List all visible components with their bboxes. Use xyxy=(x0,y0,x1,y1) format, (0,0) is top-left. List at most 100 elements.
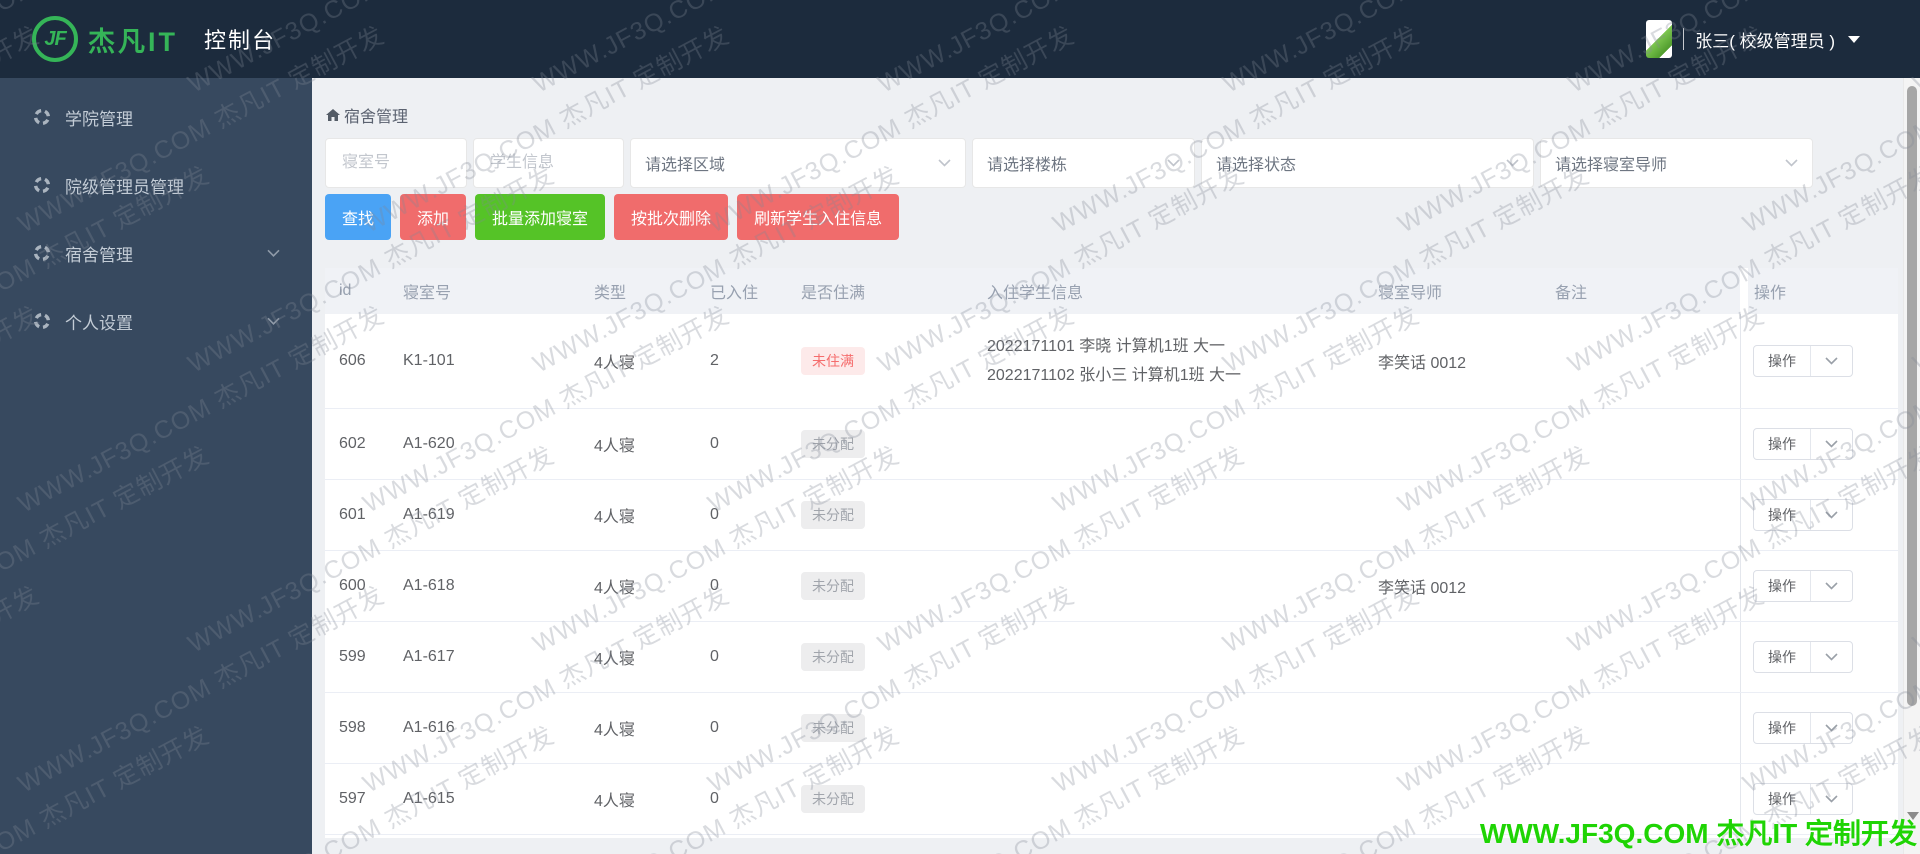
row-action-label: 操作 xyxy=(1768,720,1796,736)
app-title: 控制台 xyxy=(204,28,277,53)
scrollbar-down-arrow[interactable] xyxy=(1907,812,1919,820)
cell-status: 未分配 xyxy=(787,714,973,742)
cell-students: 2022171101 李晓 计算机1班 大一 2022171102 张小三 计算机… xyxy=(973,332,1364,390)
cell-room: A1-616 xyxy=(403,719,455,736)
menu-circle-icon xyxy=(33,176,51,194)
divider xyxy=(1683,28,1685,50)
cell-id: 599 xyxy=(339,648,366,665)
row-action-button[interactable]: 操作 xyxy=(1753,570,1853,602)
area-select[interactable]: 请选择区域 xyxy=(630,138,966,188)
batch-add-room-button[interactable]: 批量添加寝室 xyxy=(475,194,606,240)
sidebar: 学院管理 院级管理员管理宿舍管理个人设置 xyxy=(0,78,312,854)
cell-type: 4人寝 xyxy=(594,355,635,372)
status-badge: 未分配 xyxy=(801,572,865,600)
cell-op: 操作 xyxy=(1740,764,1898,834)
cell-room: A1-619 xyxy=(403,506,455,523)
row-action-label: 操作 xyxy=(1768,578,1796,594)
cell-op: 操作 xyxy=(1740,314,1898,408)
cell-id: 600 xyxy=(339,577,366,594)
table-header-row: id 寝室号 类型 已入住 是否住满 入住学生信息 寝室导师 备注 操作 xyxy=(325,268,1898,314)
user-name: 张三( 校级管理员 ) xyxy=(1695,31,1835,51)
batch-delete-button[interactable]: 按批次删除 xyxy=(614,194,729,240)
cell-room: A1-617 xyxy=(403,648,455,665)
chevron-down-icon[interactable] xyxy=(1811,511,1852,519)
table-row: 600 A1-618 4人寝 0 未分配 李笑话 0012 操作 xyxy=(325,551,1898,622)
cell-mentor: 李笑话 0012 xyxy=(1378,355,1467,372)
sidebar-item-3[interactable]: 宿舍管理 xyxy=(0,219,312,287)
mentor-select[interactable]: 请选择寝室导师 xyxy=(1540,138,1813,188)
filter-row: 请选择区域 请选择楼栋 请选择状态 请选择寝室导师 xyxy=(325,138,1898,188)
cell-status: 未住满 xyxy=(787,347,973,375)
chevron-down-icon[interactable] xyxy=(1811,724,1852,732)
chevron-down-icon[interactable] xyxy=(1811,357,1852,365)
menu-circle-icon xyxy=(33,312,51,330)
cell-room: A1-618 xyxy=(403,577,455,594)
row-action-button[interactable]: 操作 xyxy=(1753,499,1853,531)
col-header-room: 寝室号 xyxy=(403,285,452,302)
cell-room: A1-620 xyxy=(403,435,455,452)
cell-occupied: 0 xyxy=(710,577,719,594)
chevron-down-icon[interactable] xyxy=(1811,653,1852,661)
action-row: 查找 添加 批量添加寝室 按批次删除 刷新学生入住信息 xyxy=(325,194,1898,240)
sidebar-item-1[interactable]: 学院管理 xyxy=(0,83,312,151)
area-select-value: 请选择区域 xyxy=(645,157,726,174)
sidebar-item-label: 个人设置 xyxy=(65,313,133,333)
row-action-button[interactable]: 操作 xyxy=(1753,428,1853,460)
refresh-checkin-button[interactable]: 刷新学生入住信息 xyxy=(737,194,900,240)
chevron-down-icon xyxy=(938,154,951,172)
cell-type: 4人寝 xyxy=(594,580,635,597)
sidebar-item-4[interactable]: 个人设置 xyxy=(0,287,312,355)
chevron-down-icon xyxy=(1506,154,1519,172)
table-row: 602 A1-620 4人寝 0 未分配 操作 xyxy=(325,409,1898,480)
chevron-down-icon xyxy=(1167,154,1180,172)
main-content: 宿舍管理 请选择区域 请选择楼栋 请选择状态 请选择寝室导师 查找添加批量添加寝室按批… xyxy=(312,78,1920,854)
row-action-label: 操作 xyxy=(1768,353,1796,369)
col-header-remark: 备注 xyxy=(1555,285,1588,302)
user-menu[interactable]: 张三( 校级管理员 ) xyxy=(1646,0,1860,78)
add-button[interactable]: 添加 xyxy=(400,194,467,240)
status-badge: 未住满 xyxy=(801,347,865,375)
col-header-status: 是否住满 xyxy=(801,285,866,302)
status-badge: 未分配 xyxy=(801,501,865,529)
row-action-label: 操作 xyxy=(1768,791,1796,807)
room-no-input[interactable] xyxy=(340,153,452,173)
cell-type: 4人寝 xyxy=(594,509,635,526)
student-info-input[interactable] xyxy=(488,153,609,173)
search-button[interactable]: 查找 xyxy=(325,194,392,240)
row-action-button[interactable]: 操作 xyxy=(1753,712,1853,744)
chevron-down-icon xyxy=(267,317,280,325)
cell-status: 未分配 xyxy=(787,785,973,813)
brand-logo-icon: JF xyxy=(32,16,78,62)
cell-op: 操作 xyxy=(1740,622,1898,692)
home-icon xyxy=(325,107,341,123)
cell-occupied: 0 xyxy=(710,648,719,665)
chevron-down-icon xyxy=(1785,154,1798,172)
vertical-scrollbar[interactable] xyxy=(1903,78,1920,854)
col-header-mentor: 寝室导师 xyxy=(1378,285,1443,302)
cell-occupied: 0 xyxy=(710,790,719,807)
cell-id: 602 xyxy=(339,435,366,452)
status-select[interactable]: 请选择状态 xyxy=(1201,138,1534,188)
cell-op: 操作 xyxy=(1740,551,1898,621)
user-avatar[interactable] xyxy=(1646,20,1673,58)
sidebar-item-label: 宿舍管理 xyxy=(65,245,133,265)
sidebar-item-2[interactable]: 院级管理员管理 xyxy=(0,151,312,219)
cell-status: 未分配 xyxy=(787,430,973,458)
room-no-input-wrap xyxy=(325,138,467,188)
chevron-down-icon[interactable] xyxy=(1811,795,1852,803)
row-action-button[interactable]: 操作 xyxy=(1753,783,1853,815)
chevron-down-icon[interactable] xyxy=(1811,582,1852,590)
cell-room: A1-615 xyxy=(403,790,455,807)
student-line: 2022171102 张小三 计算机1班 大一 xyxy=(987,367,1242,384)
top-header: JF 杰凡IT 控制台 张三( 校级管理员 ) xyxy=(0,0,1920,78)
row-action-button[interactable]: 操作 xyxy=(1753,345,1853,377)
chevron-down-icon[interactable] xyxy=(1848,35,1860,43)
status-badge: 未分配 xyxy=(801,430,865,458)
row-action-label: 操作 xyxy=(1768,649,1796,665)
breadcrumb-label: 宿舍管理 xyxy=(344,108,409,126)
scrollbar-thumb[interactable] xyxy=(1907,86,1917,706)
chevron-down-icon xyxy=(267,249,280,257)
building-select[interactable]: 请选择楼栋 xyxy=(972,138,1195,188)
chevron-down-icon[interactable] xyxy=(1811,440,1852,448)
row-action-button[interactable]: 操作 xyxy=(1753,641,1853,673)
